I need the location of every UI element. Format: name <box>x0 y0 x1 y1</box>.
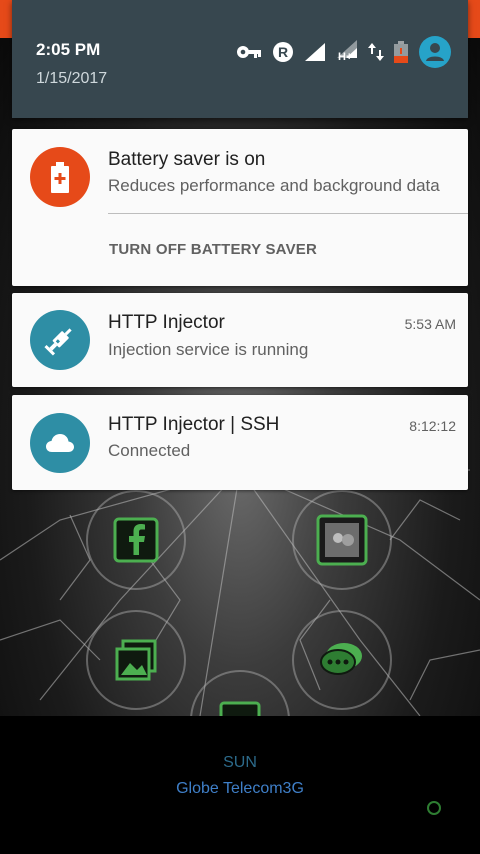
notification-battery-saver[interactable]: Battery saver is on Reduces performance … <box>12 129 468 286</box>
http-injector-app-icon <box>30 310 90 370</box>
gallery-app-icon[interactable] <box>86 610 186 710</box>
battery-low-icon <box>394 41 408 63</box>
notification-text: Injection service is running <box>108 340 309 359</box>
signal-h-plus-icon: H+ <box>336 39 358 65</box>
carrier-primary-label: SUN <box>223 754 257 771</box>
status-icons-row: R H+ <box>236 36 452 68</box>
user-avatar-icon[interactable] <box>418 35 452 69</box>
date-label[interactable]: 1/15/2017 <box>36 70 107 88</box>
facebook-icon <box>108 512 164 568</box>
notification-shade-header: 2:05 PM 1/15/2017 R H+ <box>12 0 468 118</box>
game-app-icon[interactable] <box>292 490 392 590</box>
notification-http-injector-ssh[interactable]: HTTP Injector | SSH 8:12:12 Connected <box>12 395 468 490</box>
notification-title: HTTP Injector | SSH <box>108 414 280 435</box>
turn-off-battery-saver-button[interactable]: TURN OFF BATTERY SAVER <box>109 241 317 258</box>
cloud-icon <box>46 434 74 452</box>
notification-text: Connected <box>108 441 191 460</box>
notification-title: HTTP Injector <box>108 312 225 333</box>
roaming-r-icon: R <box>272 41 294 63</box>
svg-text:R: R <box>278 44 288 60</box>
messaging-app-icon[interactable] <box>292 610 392 710</box>
battery-saver-app-icon <box>30 147 90 207</box>
gallery-icon <box>108 632 164 688</box>
data-arrows-icon <box>368 41 384 63</box>
facebook-app-icon[interactable] <box>86 490 186 590</box>
small-app-indicator-icon <box>424 798 444 818</box>
notification-time: 5:53 AM <box>404 316 456 332</box>
battery-plus-icon <box>30 147 90 207</box>
ssh-app-icon <box>30 413 90 473</box>
game-app-icon-glyph <box>314 512 370 568</box>
notification-text: Reduces performance and background data <box>108 176 440 195</box>
notification-http-injector[interactable]: HTTP Injector 5:53 AM Injection service … <box>12 293 468 387</box>
signal-icon <box>304 42 326 62</box>
notification-title: Battery saver is on <box>108 149 266 170</box>
syringe-icon <box>44 328 72 356</box>
notification-time: 8:12:12 <box>409 418 456 434</box>
network-type-label: H+ <box>338 51 353 63</box>
messaging-icon <box>314 632 370 688</box>
clock-time[interactable]: 2:05 PM <box>36 40 100 60</box>
carrier-secondary-label: Globe Telecom3G <box>176 780 304 797</box>
vpn-key-icon <box>236 44 262 60</box>
notification-divider <box>108 213 468 214</box>
accent-edge-right <box>466 0 480 38</box>
